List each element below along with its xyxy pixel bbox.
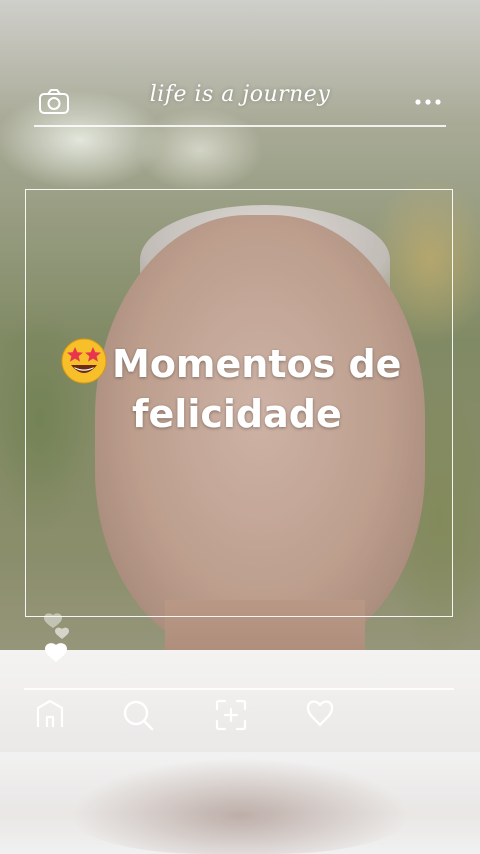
- search-icon[interactable]: [121, 698, 155, 736]
- add-post-icon[interactable]: [214, 698, 248, 736]
- slogan-text: life is a journey: [149, 82, 331, 107]
- bottom-divider: [24, 688, 454, 690]
- more-dots-icon[interactable]: [414, 92, 442, 111]
- heart-icon[interactable]: [304, 698, 336, 732]
- top-divider: [34, 125, 446, 127]
- star-struck-emoji-icon: [60, 337, 108, 385]
- title-line-1: Momentos de: [112, 342, 402, 386]
- home-icon[interactable]: [34, 698, 66, 734]
- title-line-2: felicidade: [132, 392, 342, 436]
- hearts-icon[interactable]: [40, 612, 80, 672]
- story-title: Momentos de felicidade: [60, 337, 440, 439]
